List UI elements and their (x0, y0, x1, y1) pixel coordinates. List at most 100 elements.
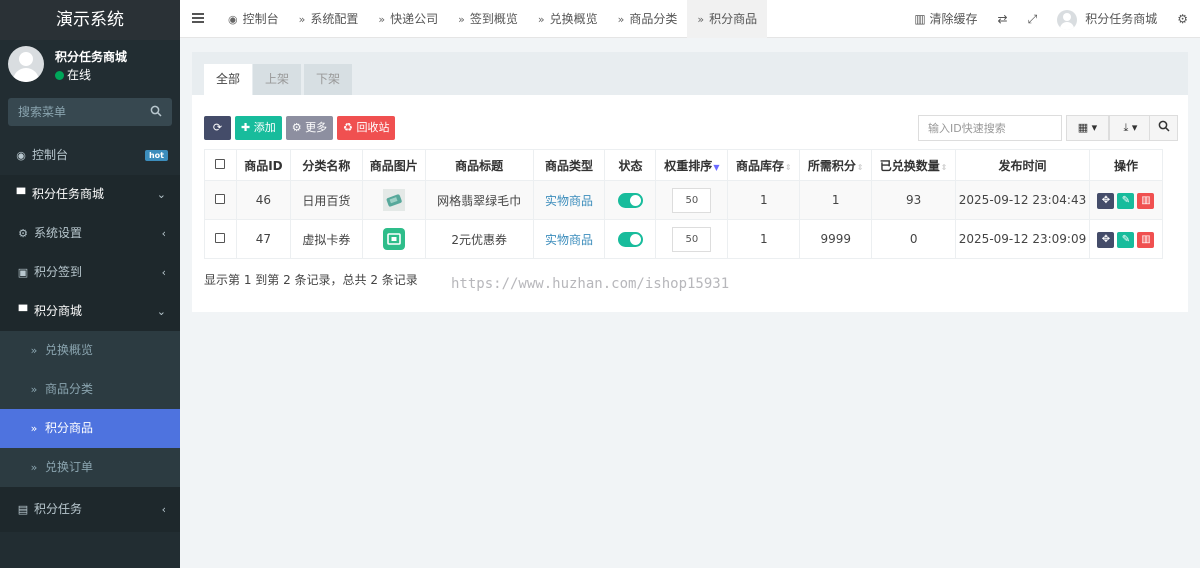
edit-button[interactable]: ✎ (1117, 192, 1135, 209)
recycle-bin-button[interactable]: ♻ 回收站 (337, 116, 396, 140)
menu-toggle-icon[interactable] (192, 12, 204, 24)
sidebar-item-points-mall-root[interactable]: ▀ 积分任务商城 ⌄ (0, 175, 180, 214)
delete-button[interactable]: ▥ (1137, 192, 1155, 209)
col-id[interactable]: 商品ID (235, 149, 291, 181)
sidebar-item-label: 积分签到 (34, 265, 83, 279)
col-label: 权重排序 (664, 158, 713, 173)
weight-input[interactable] (672, 226, 712, 252)
col-stock[interactable]: 商品库存⇕ (727, 149, 801, 181)
cogs-icon: ⚙ (18, 227, 28, 240)
gears-icon: ⚙ (1177, 12, 1188, 26)
sidebar-item-exchange-orders[interactable]: » 兑换订单 (0, 448, 180, 487)
type-link[interactable]: 实物商品 (545, 233, 593, 247)
cell-title: 网格翡翠绿毛巾 (424, 180, 534, 220)
clear-cache-button[interactable]: ▥ 清除缓存 (904, 0, 987, 38)
tab-express[interactable]: » 快递公司 (368, 0, 448, 38)
select-all-checkbox[interactable] (215, 159, 226, 169)
row-checkbox[interactable] (215, 194, 226, 204)
double-chevron-icon: » (30, 422, 38, 435)
weight-input[interactable] (672, 187, 712, 213)
coupon-thumbnail[interactable] (382, 228, 405, 250)
tab-dashboard[interactable]: ◉ 控制台 (218, 0, 289, 38)
tab-all[interactable]: 全部 (204, 64, 253, 95)
sidebar-item-points-tasks[interactable]: ▤ 积分任务 ‹ (0, 487, 180, 532)
cell-id: 46 (235, 180, 291, 220)
tab-points-products[interactable]: » 积分商品 (687, 0, 768, 38)
cell-weight (655, 180, 729, 220)
cell-id: 47 (235, 219, 291, 259)
sidebar-item-points-mall[interactable]: ▀ 积分商城 ⌄ (0, 292, 180, 331)
tab-on-shelf[interactable]: 上架 (253, 64, 302, 95)
advanced-search-button[interactable] (1149, 115, 1178, 141)
cell-points: 9999 (799, 219, 873, 259)
recycle-label: 回收站 (356, 121, 390, 134)
table-row[interactable]: 46 日用百货 网格翡翠绿毛巾 实物商品 1 1 93 2025-09-12 2… (204, 180, 1164, 220)
towel-thumbnail[interactable] (382, 189, 405, 211)
more-button[interactable]: ⚙ 更多 (285, 116, 334, 140)
user-panel: 积分任务商城 在线 (0, 40, 180, 92)
tab-label: 控制台 (242, 12, 279, 26)
cell-type: 实物商品 (532, 219, 606, 259)
delete-button[interactable]: ▥ (1137, 231, 1155, 248)
tab-system-config[interactable]: » 系统配置 (289, 0, 369, 38)
tab-label: 快递公司 (390, 12, 439, 26)
add-button[interactable]: ✚ 添加 (235, 116, 282, 140)
cell-category: 日用百货 (289, 180, 363, 220)
watermark-url: https://www.huzhan.com/ishop15931 (451, 276, 730, 292)
sidebar-item-label: 系统设置 (34, 226, 83, 240)
tab-checkin-overview[interactable]: » 签到概览 (448, 0, 528, 38)
cell-category: 虚拟卡券 (289, 219, 363, 259)
columns-toggle-button[interactable]: ▦ ▾ (1066, 115, 1109, 141)
drag-move-button[interactable]: ✥ (1097, 192, 1115, 209)
col-redeemed[interactable]: 已兑换数量⇕ (871, 149, 957, 181)
cell-actions: ✥ ✎ ▥ (1088, 180, 1164, 220)
tab-exchange-overview[interactable]: » 兑换概览 (528, 0, 608, 38)
status-toggle[interactable] (617, 192, 643, 208)
search-icon[interactable] (150, 105, 162, 117)
translate-button[interactable]: ⇄ (988, 0, 1018, 38)
sidebar-item-points-products[interactable]: » 积分商品 (0, 409, 180, 448)
edit-button[interactable]: ✎ (1117, 231, 1135, 248)
sidebar-item-product-category[interactable]: » 商品分类 (0, 370, 180, 409)
cell-image (361, 180, 426, 220)
user-menu[interactable]: 积分任务商城 (1047, 0, 1167, 38)
cell-stock: 1 (727, 180, 801, 220)
chevron-left-icon: ‹ (161, 503, 166, 516)
refresh-button[interactable]: ⟳ (204, 116, 231, 140)
export-button[interactable]: ⤓ ▾ (1109, 115, 1152, 141)
drag-move-button[interactable]: ✥ (1097, 231, 1115, 248)
sidebar-item-checkin[interactable]: ▣ 积分签到 ‹ (0, 253, 180, 292)
recycle-icon: ♻ (343, 121, 353, 134)
col-points[interactable]: 所需积分⇕ (799, 149, 873, 181)
quick-search-input[interactable] (918, 115, 1062, 141)
shopping-bag-icon: ▀ (16, 188, 26, 201)
cell-image (361, 219, 426, 259)
calendar-icon: ▣ (17, 266, 29, 279)
tab-label: 系统配置 (310, 12, 359, 26)
cell-status (604, 219, 657, 259)
cell-type: 实物商品 (532, 180, 606, 220)
fullscreen-button[interactable]: ⤢ (1018, 0, 1048, 38)
settings-button[interactable]: ⚙ (1167, 0, 1200, 38)
double-chevron-icon: » (298, 13, 306, 26)
col-weight[interactable]: 权重排序▼ (655, 149, 729, 181)
sidebar-item-system-settings[interactable]: ⚙ 系统设置 ‹ (0, 214, 180, 253)
tab-off-shelf[interactable]: 下架 (304, 64, 353, 95)
menu-search-input[interactable] (8, 98, 138, 126)
table-row[interactable]: 47 虚拟卡券 2元优惠券 实物商品 1 9999 0 2025-09-12 2… (204, 219, 1164, 259)
double-chevron-icon: » (30, 383, 38, 396)
app-logo[interactable]: 演示系统 (0, 0, 180, 40)
status-toggle[interactable] (617, 231, 643, 247)
sidebar-item-dashboard[interactable]: ◉ 控制台 hot (0, 136, 180, 175)
col-label: 分类名称 (302, 158, 351, 173)
table-header-row: 商品ID 分类名称 商品图片 商品标题 商品类型 状态 权重排序▼ 商品库存⇕ … (204, 149, 1164, 181)
double-chevron-icon: » (378, 13, 386, 26)
row-checkbox[interactable] (215, 233, 226, 243)
cell-stock: 1 (727, 219, 801, 259)
col-category: 分类名称 (289, 149, 363, 181)
double-chevron-icon: » (617, 13, 625, 26)
chevron-left-icon: ‹ (161, 266, 166, 279)
type-link[interactable]: 实物商品 (545, 194, 593, 208)
sidebar-item-exchange-overview[interactable]: » 兑换概览 (0, 331, 180, 370)
tab-product-category[interactable]: » 商品分类 (608, 0, 688, 38)
